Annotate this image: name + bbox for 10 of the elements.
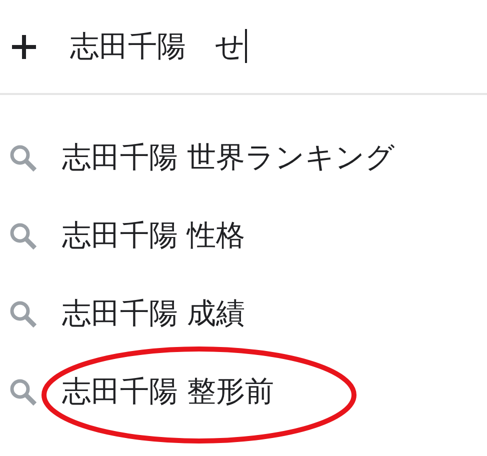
suggestion-link[interactable]: 志田千陽 整形前 (62, 370, 274, 414)
suggestion-link[interactable]: 志田千陽 性格 (62, 214, 246, 258)
search-field[interactable]: 志田千陽 せ (70, 29, 247, 64)
plus-icon[interactable] (10, 32, 38, 60)
search-icon (8, 377, 38, 407)
search-icon (8, 221, 38, 251)
search-icon (8, 143, 38, 173)
suggestion-link[interactable]: 志田千陽 世界ランキング (62, 136, 396, 180)
suggestion-link[interactable]: 志田千陽 成績 (62, 292, 246, 336)
search-icon (8, 299, 38, 329)
